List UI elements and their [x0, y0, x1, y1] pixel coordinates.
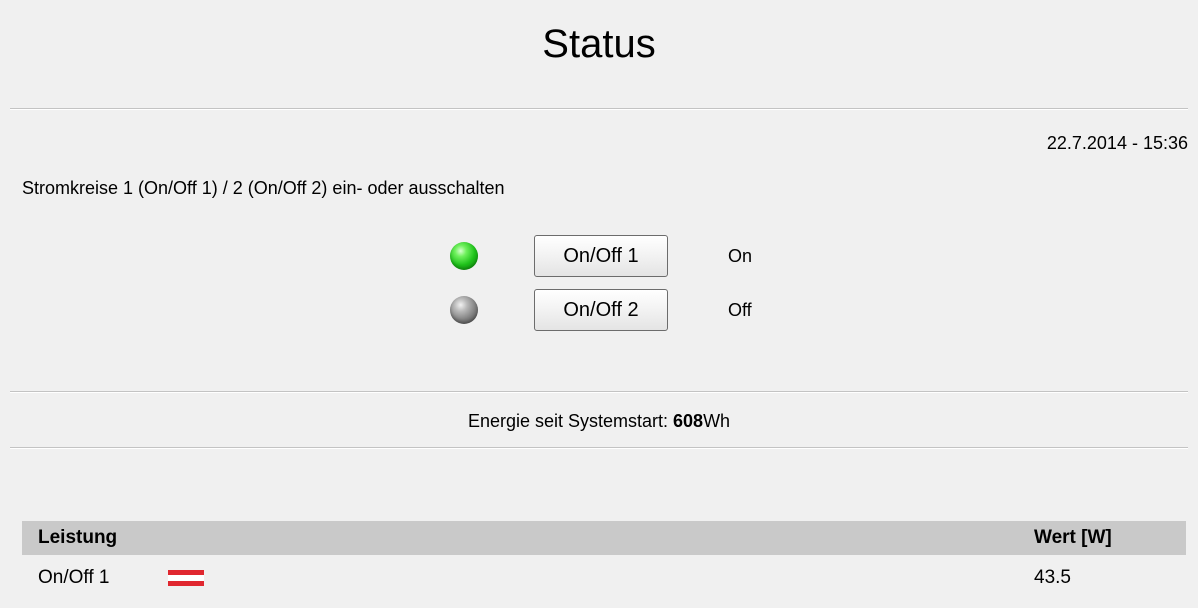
circuit-row-2: On/Off 2 Off [450, 288, 752, 332]
instruction-text: Stromkreise 1 (On/Off 1) / 2 (On/Off 2) … [22, 178, 505, 198]
page-title: Status [542, 22, 656, 66]
timestamp: 22.7.2014 - 15:36 [1046, 133, 1188, 153]
row-name: On/Off 1 [38, 567, 110, 588]
circuit-1-state: On [728, 245, 753, 266]
table-header: Leistung Wert [W] [22, 521, 1186, 555]
status-led-off-icon [450, 296, 478, 324]
circuit-2-state: Off [728, 299, 752, 320]
status-led-on-icon [450, 242, 478, 270]
circuit-row-1: On/Off 1 On [450, 234, 752, 278]
on-off-1-button[interactable]: On/Off 1 [534, 235, 668, 277]
divider [10, 447, 1188, 449]
energy-value: 608 [673, 411, 704, 431]
divider [10, 391, 1188, 393]
divider [10, 108, 1188, 110]
energy-label: Energie seit Systemstart: [467, 411, 674, 431]
flag-icon [168, 570, 204, 586]
status-page: Status 22.7.2014 - 15:36 Stromkreise 1 (… [10, 8, 1196, 608]
energy-unit: Wh [703, 411, 731, 431]
power-table: Leistung Wert [W] On/Off 1 43.5 [22, 521, 1186, 599]
energy-summary: Energie seit Systemstart: 608Wh [10, 410, 1188, 432]
on-off-2-button[interactable]: On/Off 2 [534, 289, 668, 331]
column-header-wert: Wert [W] [1034, 527, 1112, 548]
column-header-leistung: Leistung [38, 527, 118, 548]
row-value: 43.5 [1034, 567, 1071, 588]
table-row: On/Off 1 43.5 [22, 555, 1186, 599]
